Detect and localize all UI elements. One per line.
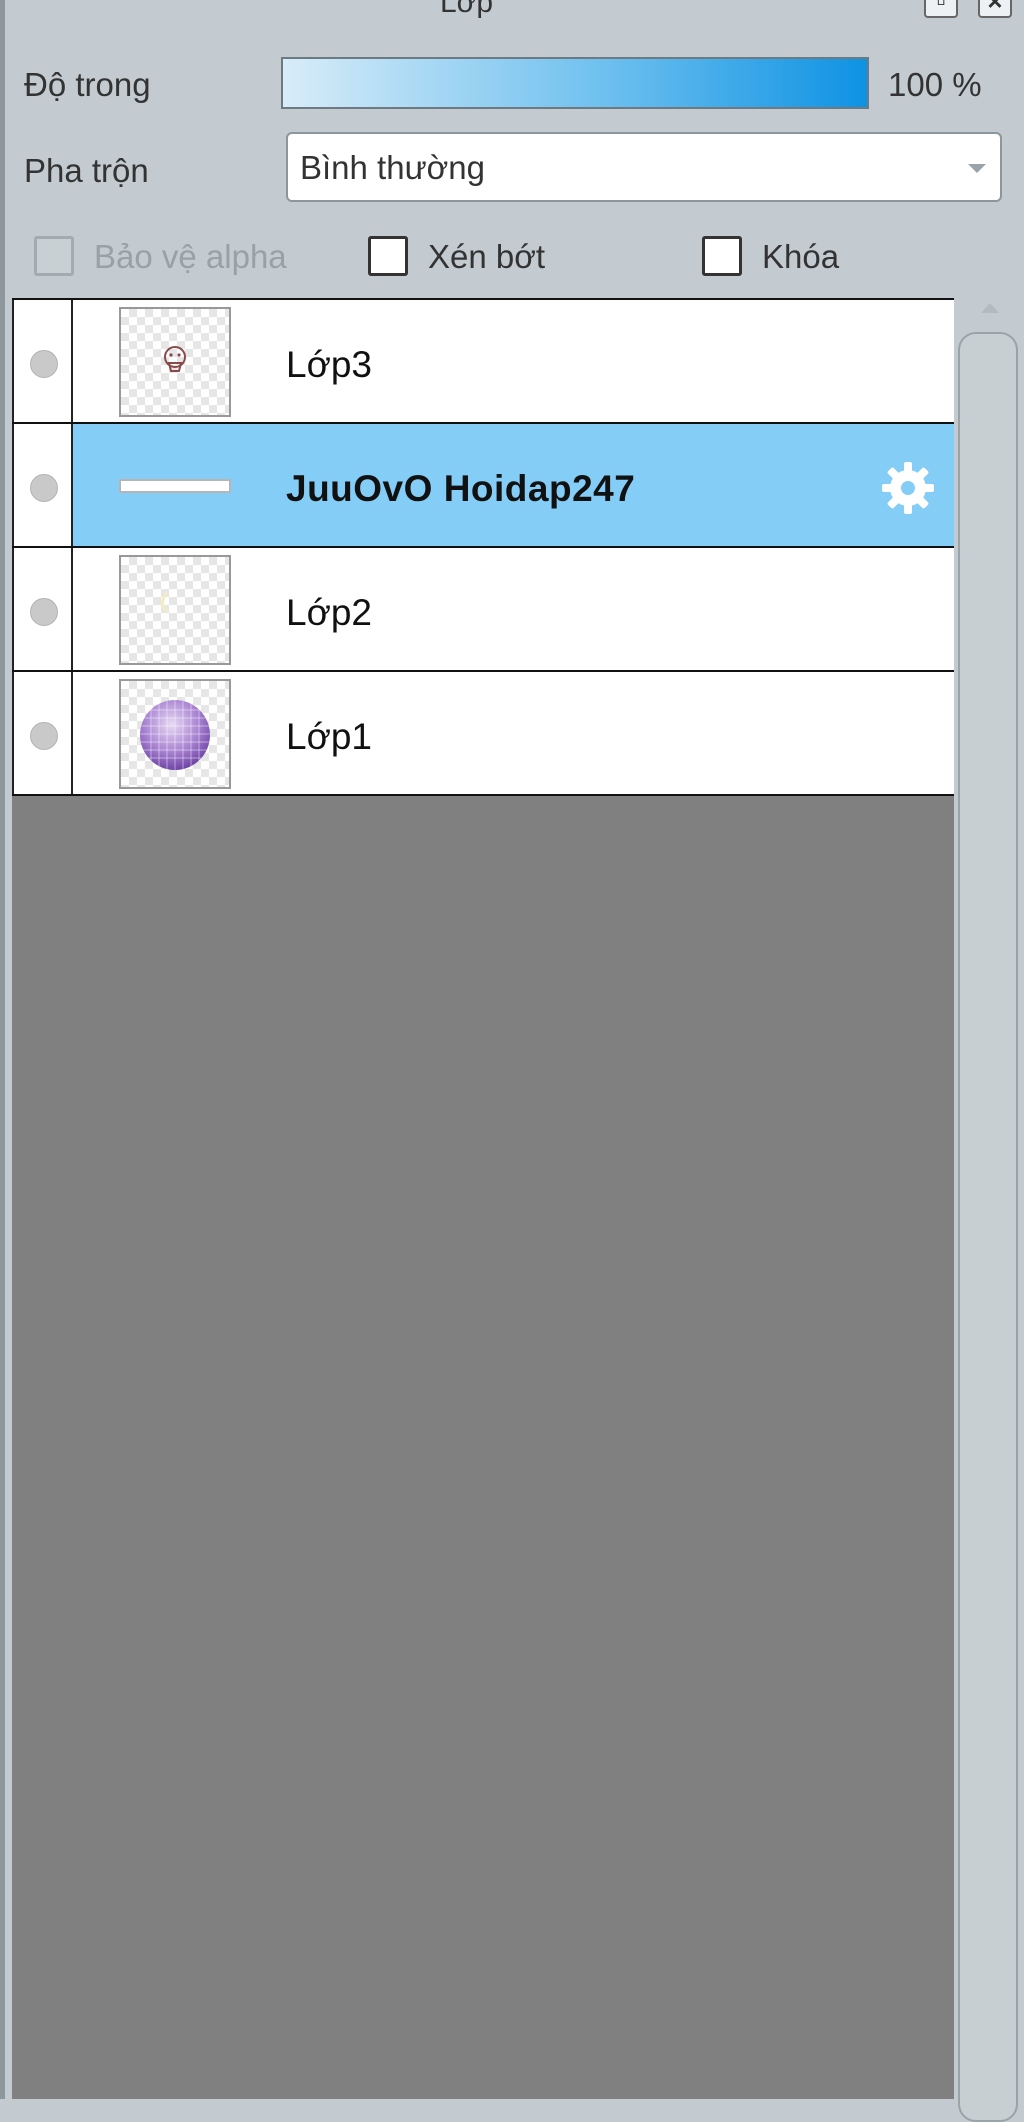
opacity-label: Độ trong — [24, 66, 151, 103]
opacity-slider-fill — [283, 59, 867, 107]
layer-row-selected[interactable]: JuuOvO Hoidap247 — [12, 422, 954, 548]
gear-icon[interactable] — [880, 460, 936, 516]
text-layer-thumbnail — [119, 479, 231, 493]
protect-alpha-label: Bảo vệ alpha — [94, 238, 287, 275]
layer-panel: Lớp ▫ × Độ trong 100 % Pha trộn Bình thư… — [0, 0, 1024, 2122]
blend-mode-value: Bình thường — [300, 149, 486, 186]
visibility-dot-icon — [30, 598, 58, 626]
lock-label: Khóa — [762, 238, 840, 275]
visibility-toggle[interactable] — [12, 548, 73, 670]
blend-label: Pha trộn — [24, 152, 149, 189]
layer-list-scrollbar[interactable] — [958, 332, 1018, 2122]
opacity-slider[interactable] — [281, 57, 869, 109]
visibility-dot-icon — [30, 722, 58, 750]
protect-alpha-checkbox[interactable] — [34, 236, 74, 276]
visibility-toggle[interactable] — [12, 672, 73, 794]
panel-title: Lớp — [440, 0, 494, 19]
face-sketch-icon — [164, 346, 186, 372]
layer-row[interactable]: Lớp2 — [12, 546, 954, 672]
sphere-icon — [140, 700, 210, 770]
layer-thumbnail — [119, 307, 231, 417]
blend-mode-select[interactable]: Bình thường — [286, 132, 1002, 202]
float-window-icon[interactable]: ▫ — [924, 0, 958, 18]
layer-thumbnail — [119, 679, 231, 789]
visibility-toggle[interactable] — [12, 300, 73, 422]
sketch-icon — [161, 591, 169, 613]
clipping-label: Xén bớt — [428, 238, 546, 275]
lock-checkbox[interactable] — [702, 236, 742, 276]
layer-row[interactable]: Lớp1 — [12, 670, 954, 796]
visibility-toggle[interactable] — [12, 424, 73, 546]
layer-name: Lớp3 — [286, 344, 372, 385]
close-icon[interactable]: × — [978, 0, 1012, 18]
layer-name: Lớp1 — [286, 716, 372, 757]
panel-left-edge — [0, 0, 5, 2099]
layer-name: Lớp2 — [286, 592, 372, 633]
clipping-checkbox[interactable] — [368, 236, 408, 276]
scroll-up-arrow-icon[interactable] — [981, 303, 999, 313]
layer-name: JuuOvO Hoidap247 — [286, 468, 636, 509]
layer-thumbnail — [119, 555, 231, 665]
layer-list: Lớp3 JuuOvO Hoidap247 Lớp2 Lớp1 — [12, 298, 954, 2099]
opacity-value: 100 % — [888, 66, 982, 103]
layer-row[interactable]: Lớp3 — [12, 298, 954, 424]
chevron-down-icon — [968, 164, 986, 173]
visibility-dot-icon — [30, 350, 58, 378]
visibility-dot-icon — [30, 474, 58, 502]
